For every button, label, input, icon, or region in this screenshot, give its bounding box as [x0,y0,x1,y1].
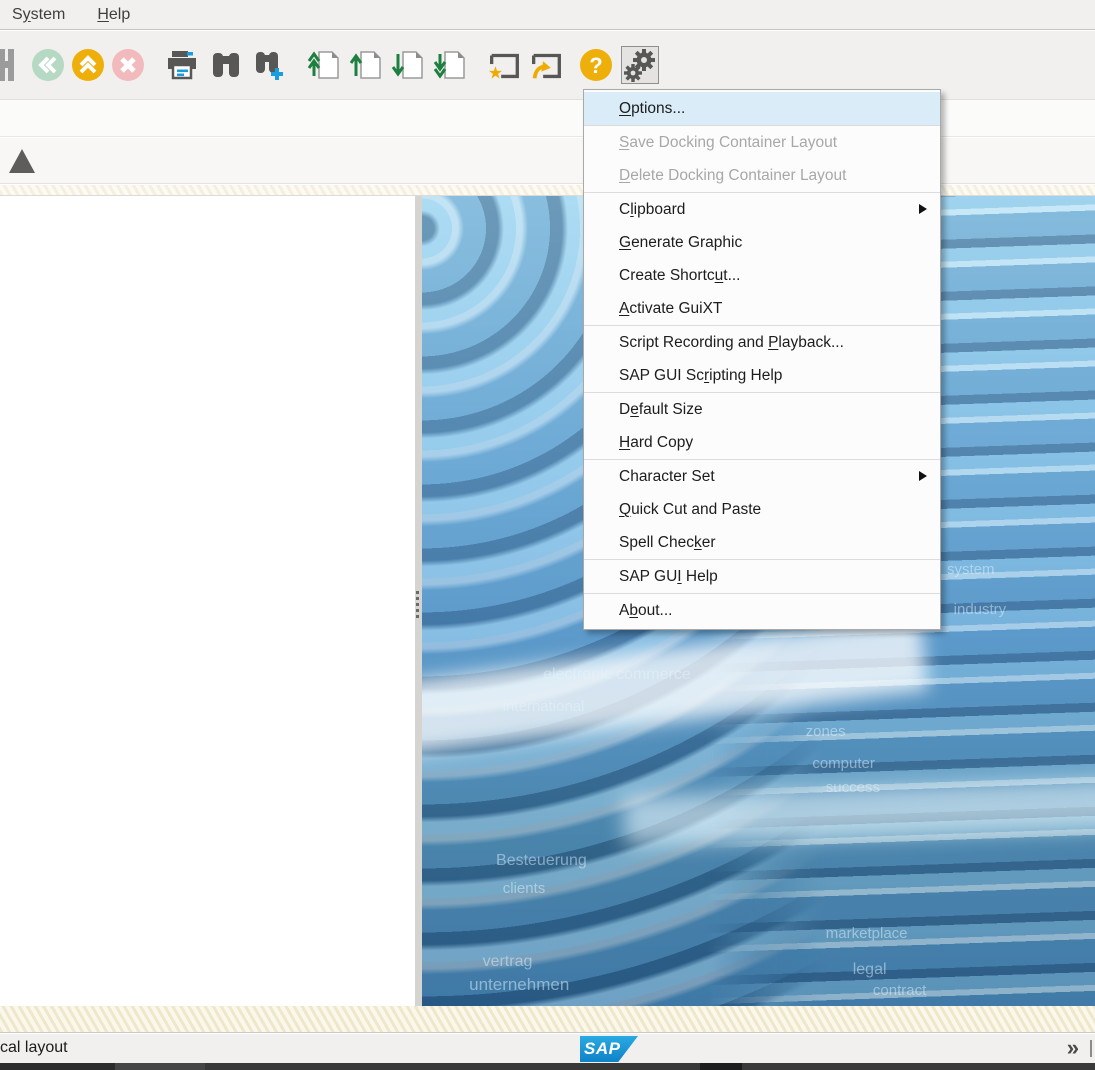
menu-item-about[interactable]: About... [584,594,940,627]
menu-item-sap-gui-help[interactable]: SAP GUI Help [584,560,940,593]
cancel-button[interactable] [109,46,147,84]
find-next-icon [250,47,286,83]
watermark-text: marketplace [826,925,908,942]
watermark-text: international [503,698,585,715]
splitter-bar[interactable] [415,196,422,1006]
watermark-text: zones [806,723,846,740]
watermark-text: computer [812,755,875,772]
exit-button[interactable] [69,46,107,84]
new-session-button[interactable]: ★ [485,46,523,84]
sap-logo: SAP [580,1036,638,1062]
first-page-icon [306,47,342,83]
back-icon [30,47,66,83]
left-panel [0,196,415,1006]
watermark-text: system [947,561,995,578]
submenu-arrow-icon [919,204,927,214]
next-page-icon [390,47,426,83]
double-chevron-right-icon[interactable]: » [1067,1035,1077,1061]
next-page-button[interactable] [389,46,427,84]
menu-item-sap-gui-scripting-help[interactable]: SAP GUI Scripting Help [584,359,940,392]
help-button[interactable]: ? [577,46,615,84]
menu-item-create-shortcut[interactable]: Create Shortcut... [584,259,940,292]
new-session-icon: ★ [485,47,523,83]
menu-bar: System Help [0,0,1095,30]
menu-item-generate-graphic[interactable]: Generate Graphic [584,226,940,259]
menu-help[interactable]: Help [97,6,130,24]
watermark-text: Besteuerung [496,852,587,870]
find-button[interactable] [207,46,245,84]
print-button[interactable] [163,46,201,84]
star-glyph: ★ [488,63,503,82]
status-text: cal layout [0,1039,68,1057]
previous-page-icon [348,47,384,83]
status-grip [1090,1040,1092,1057]
menu-item-save-docking-container-layout[interactable]: Save Docking Container Layout [584,126,940,159]
submenu-arrow-icon [919,471,927,481]
menu-item-script-recording-and-playback[interactable]: Script Recording and Playback... [584,326,940,359]
menu-item-clipboard[interactable]: Clipboard [584,193,940,226]
menu-item-quick-cut-and-paste[interactable]: Quick Cut and Paste [584,493,940,526]
watermark-text: industry [954,601,1007,618]
context-menu: Options...Save Docking Container LayoutD… [583,89,941,630]
watermark-text: vertrag [483,953,533,971]
watermark-text: legal [853,961,887,979]
create-shortcut-button[interactable] [527,46,565,84]
clipped-edge-icon [0,47,15,83]
menu-item-default-size[interactable]: Default Size [584,393,940,426]
menu-item-options[interactable]: Options... [584,92,940,125]
find-icon [208,47,244,83]
last-page-button[interactable] [431,46,469,84]
menu-item-hard-copy[interactable]: Hard Copy [584,426,940,459]
up-triangle-icon[interactable] [9,149,35,173]
exit-icon [70,47,106,83]
back-button[interactable] [29,46,67,84]
status-bar: cal layout SAP » [0,1034,1095,1063]
first-page-button[interactable] [305,46,343,84]
find-next-button[interactable] [249,46,287,84]
watermark-text: success [826,779,880,796]
menu-system[interactable]: System [12,6,65,24]
create-shortcut-icon [527,47,565,83]
watermark-text: clients [503,880,546,897]
cancel-icon [110,47,146,83]
previous-page-button[interactable] [347,46,385,84]
sap-gui-window: System Help [0,0,1095,1070]
bottom-edge-strip [0,1063,1095,1070]
menu-item-character-set[interactable]: Character Set [584,460,940,493]
svg-text:?: ? [589,53,602,78]
print-icon [164,47,200,83]
watermark-text: contract [873,982,926,999]
stripe-band [0,1006,1095,1033]
menu-item-delete-docking-container-layout[interactable]: Delete Docking Container Layout [584,159,940,192]
splitter-handle-icon[interactable] [416,588,419,621]
customize-local-layout-button[interactable] [621,46,659,84]
watermark-text: unternehmen [469,975,569,995]
menu-item-activate-guixt[interactable]: Activate GuiXT [584,292,940,325]
gear-icon [622,47,658,83]
help-icon: ? [578,47,614,83]
watermark-text: electronic commerce [543,666,691,684]
last-page-icon [432,47,468,83]
menu-item-spell-checker[interactable]: Spell Checker [584,526,940,559]
